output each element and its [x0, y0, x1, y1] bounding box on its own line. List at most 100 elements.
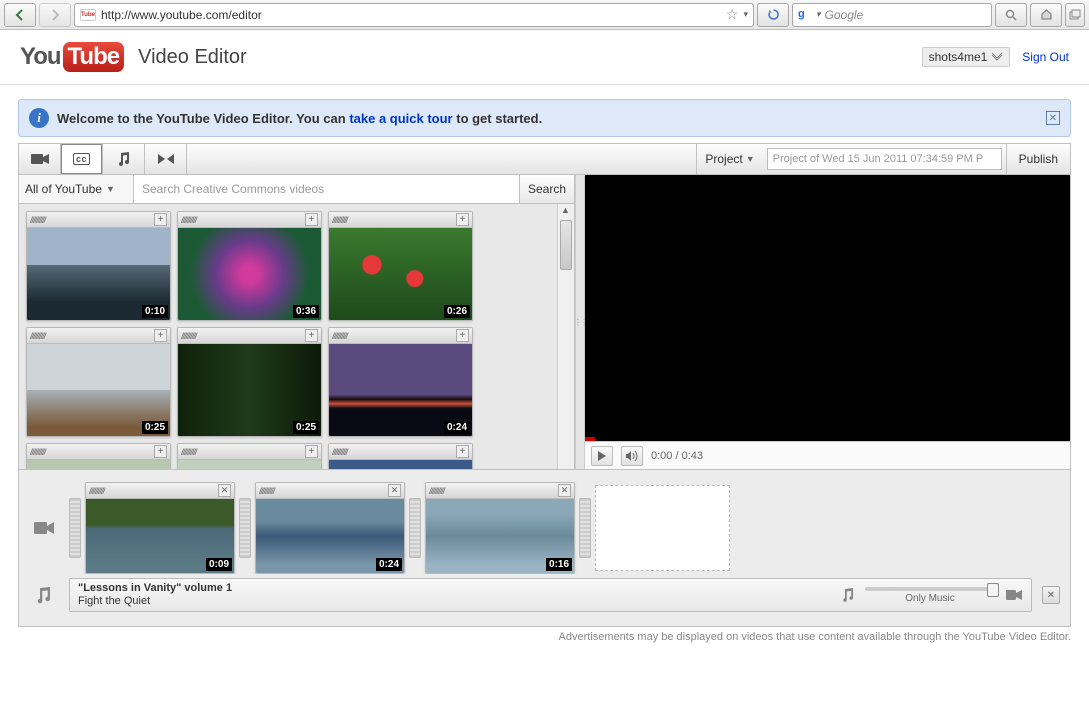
project-menu-button[interactable]: Project ▼: [696, 144, 762, 174]
clip-remove-button[interactable]: ✕: [388, 484, 401, 497]
search-engine-dropdown-icon[interactable]: ▾: [816, 9, 821, 20]
clip-add-button[interactable]: +: [154, 329, 167, 342]
nav-back-button[interactable]: [4, 3, 36, 27]
drag-grip-icon[interactable]: //////////: [429, 486, 558, 496]
clip-tile[interactable]: //////////+0:36: [177, 211, 322, 321]
bookmark-star-icon[interactable]: ☆: [726, 6, 739, 23]
preview-video[interactable]: [585, 175, 1070, 441]
timeline-clip[interactable]: //////////✕0:09: [85, 482, 235, 574]
drag-grip-icon[interactable]: //////////: [181, 331, 305, 341]
clip-add-button[interactable]: +: [305, 445, 318, 458]
clip-remove-button[interactable]: ✕: [558, 484, 571, 497]
clip-thumbnail[interactable]: 0:26: [329, 228, 472, 320]
clip-thumbnail[interactable]: 0:24: [256, 499, 404, 573]
project-name-input[interactable]: Project of Wed 15 Jun 2011 07:34:59 PM P: [767, 148, 1002, 170]
tab-transitions[interactable]: [145, 144, 187, 174]
clip-search-input[interactable]: [134, 175, 519, 203]
tab-creative-commons[interactable]: cc: [61, 144, 103, 174]
clip-scrollbar[interactable]: [557, 204, 574, 469]
drag-grip-icon[interactable]: //////////: [332, 215, 456, 225]
transition-slot[interactable]: [239, 498, 251, 558]
timeline-clip[interactable]: //////////✕0:16: [425, 482, 575, 574]
user-menu-button[interactable]: shots4me1: [922, 47, 1011, 67]
clip-header[interactable]: //////////+: [329, 328, 472, 344]
timeline-drop-slot[interactable]: [595, 485, 730, 571]
audio-remove-button[interactable]: ✕: [1042, 586, 1060, 604]
clip-thumbnail[interactable]: [27, 460, 170, 469]
clip-thumbnail[interactable]: 0:16: [426, 499, 574, 573]
search-go-button[interactable]: [995, 3, 1027, 27]
drag-grip-icon[interactable]: //////////: [259, 486, 388, 496]
clip-add-button[interactable]: +: [305, 213, 318, 226]
drag-grip-icon[interactable]: //////////: [181, 215, 305, 225]
clip-thumbnail[interactable]: [178, 460, 321, 469]
clip-tile[interactable]: //////////+: [26, 443, 171, 469]
drag-grip-icon[interactable]: //////////: [89, 486, 218, 496]
drag-grip-icon[interactable]: //////////: [30, 215, 154, 225]
drag-grip-icon[interactable]: //////////: [181, 447, 305, 457]
clip-header[interactable]: //////////+: [178, 444, 321, 460]
tabs-button[interactable]: [1065, 3, 1085, 27]
timeline-clip[interactable]: //////////✕0:24: [255, 482, 405, 574]
drag-grip-icon[interactable]: //////////: [332, 447, 456, 457]
home-button[interactable]: [1030, 3, 1062, 27]
clip-header[interactable]: //////////+: [178, 212, 321, 228]
clip-add-button[interactable]: +: [456, 329, 469, 342]
clip-add-button[interactable]: +: [456, 213, 469, 226]
browser-search-box[interactable]: g ▾ Google: [792, 3, 992, 27]
transition-slot[interactable]: [69, 498, 81, 558]
clip-header[interactable]: //////////+: [178, 328, 321, 344]
clip-search-button[interactable]: Search: [519, 175, 574, 203]
clip-tile[interactable]: //////////+0:25: [177, 327, 322, 437]
banner-close-button[interactable]: ✕: [1046, 111, 1060, 125]
timeline-video-content[interactable]: //////////✕0:09//////////✕0:24//////////…: [69, 482, 1070, 574]
play-button[interactable]: [591, 446, 613, 466]
search-scope-dropdown[interactable]: All of YouTube ▼: [19, 175, 134, 203]
audio-clip[interactable]: "Lessons in Vanity" volume 1 Fight the Q…: [69, 578, 1032, 612]
volume-button[interactable]: [621, 446, 643, 466]
url-bar[interactable]: Tube http://www.youtube.com/editor ☆ ▾: [74, 3, 754, 27]
nav-forward-button[interactable]: [39, 3, 71, 27]
clip-header[interactable]: //////////+: [27, 212, 170, 228]
clip-thumbnail[interactable]: 0:24: [329, 344, 472, 436]
clip-header[interactable]: //////////✕: [426, 483, 574, 499]
clip-header[interactable]: //////////+: [27, 328, 170, 344]
clip-thumbnail[interactable]: 0:09: [86, 499, 234, 573]
clip-tile[interactable]: //////////+0:26: [328, 211, 473, 321]
clip-tile[interactable]: //////////+0:25: [26, 327, 171, 437]
clip-tile[interactable]: //////////+0:24: [328, 327, 473, 437]
clip-header[interactable]: //////////✕: [256, 483, 404, 499]
clip-add-button[interactable]: +: [305, 329, 318, 342]
quick-tour-link[interactable]: take a quick tour: [349, 111, 452, 126]
clip-header[interactable]: //////////+: [329, 212, 472, 228]
clip-thumbnail[interactable]: 0:25: [178, 344, 321, 436]
tab-my-videos[interactable]: [19, 144, 61, 174]
signout-link[interactable]: Sign Out: [1022, 50, 1069, 64]
clip-tile[interactable]: //////////+: [177, 443, 322, 469]
clip-tile[interactable]: //////////+0:10: [26, 211, 171, 321]
tab-audio[interactable]: [103, 144, 145, 174]
audio-mix-slider[interactable]: [865, 587, 995, 591]
clip-header[interactable]: //////////+: [27, 444, 170, 460]
clip-remove-button[interactable]: ✕: [218, 484, 231, 497]
youtube-logo[interactable]: You Tube: [20, 42, 124, 72]
clip-add-button[interactable]: +: [154, 213, 167, 226]
clip-add-button[interactable]: +: [456, 445, 469, 458]
clip-header[interactable]: //////////✕: [86, 483, 234, 499]
transition-slot[interactable]: [409, 498, 421, 558]
drag-grip-icon[interactable]: //////////: [332, 331, 456, 341]
url-dropdown-icon[interactable]: ▾: [743, 9, 748, 20]
drag-grip-icon[interactable]: //////////: [30, 447, 154, 457]
clip-thumbnail[interactable]: [329, 460, 472, 469]
transition-slot[interactable]: [579, 498, 591, 558]
clip-thumbnail[interactable]: 0:36: [178, 228, 321, 320]
clip-thumbnail[interactable]: 0:25: [27, 344, 170, 436]
clip-add-button[interactable]: +: [154, 445, 167, 458]
pane-resize-grip[interactable]: ⋮⋮: [575, 175, 585, 469]
reload-button[interactable]: [757, 3, 789, 27]
drag-grip-icon[interactable]: //////////: [30, 331, 154, 341]
publish-button[interactable]: Publish: [1006, 144, 1070, 174]
clip-header[interactable]: //////////+: [329, 444, 472, 460]
scroll-thumb[interactable]: [560, 220, 572, 270]
clip-tile[interactable]: //////////+: [328, 443, 473, 469]
